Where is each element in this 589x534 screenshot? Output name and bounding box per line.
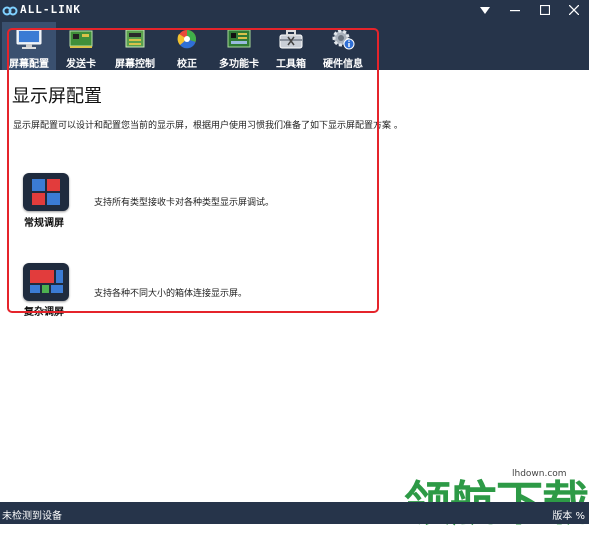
title-bar: ALL-LINK — [0, 0, 589, 22]
app-logo-icon — [2, 6, 18, 16]
watermark-url: lhdown.com — [510, 469, 569, 479]
status-bar: 未检测到设备 版本 % — [0, 502, 589, 524]
app-title: ALL-LINK — [20, 3, 81, 16]
highlight-frame — [7, 28, 379, 313]
maximize-icon[interactable] — [530, 0, 560, 22]
close-icon[interactable] — [559, 0, 589, 22]
dropdown-icon[interactable] — [470, 0, 500, 22]
device-status: 未检测到设备 — [2, 511, 62, 522]
minimize-icon[interactable] — [500, 0, 530, 22]
version-status: 版本 % — [552, 511, 585, 522]
